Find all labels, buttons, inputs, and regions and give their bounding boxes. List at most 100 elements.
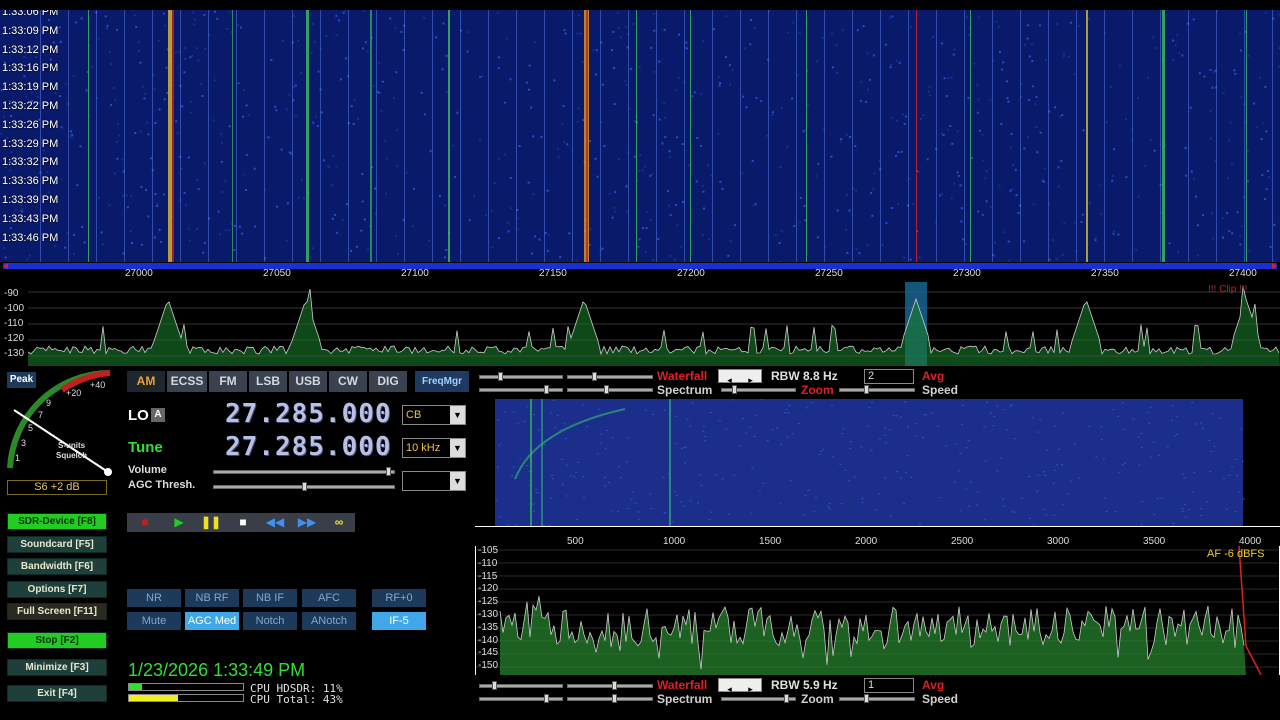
rf-gain-button[interactable]: RF+0 (372, 589, 426, 607)
zoom-spinner[interactable]: ◂ ▸ (718, 678, 762, 695)
mode-button-fm[interactable]: FM (209, 371, 247, 392)
avg-select[interactable]: 2 (864, 369, 914, 384)
record-icon[interactable]: ■ (131, 513, 159, 532)
meter-scale-label-5: 5 (28, 423, 34, 433)
af-waterfall[interactable] (475, 399, 1280, 526)
zoom-slider[interactable] (721, 694, 796, 703)
dsp-button-nb-rf[interactable]: NB RF (185, 589, 239, 607)
spectrum-contrast-slider[interactable] (479, 385, 563, 394)
rf-frequency-tick: 27400 (1229, 268, 1257, 279)
avg-select[interactable]: 1 (864, 678, 914, 693)
rf-spectrum[interactable] (0, 282, 1280, 366)
dsp-button-mute[interactable]: Mute (127, 612, 181, 630)
freqmgr-button[interactable]: FreqMgr (415, 371, 469, 392)
dsp-button-nb-if[interactable]: NB IF (243, 589, 297, 607)
scroll-right-icon[interactable] (1272, 263, 1277, 269)
dsp-button-agc-med[interactable]: AGC Med (185, 612, 239, 630)
forward-icon[interactable]: ▶▶ (293, 513, 321, 532)
slider-knob[interactable] (732, 385, 737, 394)
pause-icon[interactable]: ❚❚ (197, 513, 225, 532)
slider-knob[interactable] (864, 694, 869, 703)
band-select[interactable]: CB ▼ (402, 405, 466, 425)
scroll-left-icon[interactable] (3, 263, 8, 269)
mode-button-cw[interactable]: CW (329, 371, 367, 392)
meter-scale-label-1: 1 (15, 453, 21, 463)
af-spectrum-graphic (476, 545, 1279, 676)
spin-left-icon[interactable]: ◂ (719, 683, 740, 695)
mode-button-lsb[interactable]: LSB (249, 371, 287, 392)
waterfall-brightness-slider[interactable] (567, 372, 653, 381)
slider-knob[interactable] (544, 385, 549, 394)
speed-slider[interactable] (839, 385, 915, 394)
tune-step-select[interactable]: 10 kHz ▼ (402, 438, 466, 458)
volume-label: Volume (128, 464, 167, 476)
zoom-spinner[interactable]: ◂ ▸ (718, 369, 762, 386)
spectrum-label: Spectrum (657, 692, 713, 706)
bandwidth-button[interactable]: Bandwidth [F6] (7, 558, 107, 575)
stop-button[interactable]: Stop [F2] (7, 632, 107, 649)
stop-icon[interactable]: ■ (229, 513, 257, 532)
slider-knob[interactable] (604, 385, 609, 394)
spin-right-icon[interactable]: ▸ (740, 683, 761, 695)
avg-label: Avg (922, 678, 945, 692)
waterfall-time-label: 1:33:12 PM (2, 43, 59, 56)
slider-knob[interactable] (492, 681, 497, 690)
lo-lock-button[interactable]: A (151, 408, 165, 422)
waterfall-time-label: 1:33:16 PM (2, 62, 59, 75)
slider-knob[interactable] (498, 372, 503, 381)
exit-button[interactable]: Exit [F4] (7, 685, 107, 702)
spin-right-icon[interactable]: ▸ (740, 374, 761, 386)
lo-frequency-display[interactable]: 27.285.000 (225, 399, 392, 429)
spectrum-brightness-slider[interactable] (567, 385, 653, 394)
waterfall-contrast-slider[interactable] (479, 372, 563, 381)
agc-thresh-slider[interactable] (213, 482, 395, 491)
play-icon[interactable]: ▶ (165, 513, 193, 532)
hdsdr-window: 1:33:06 PM 1:33:09 PM 1:33:12 PM 1:33:16 PM… (0, 0, 1280, 720)
mode-button-dig[interactable]: DIG (369, 371, 407, 392)
rewind-icon[interactable]: ◀◀ (261, 513, 289, 532)
full-screen-button[interactable]: Full Screen [F11] (7, 603, 107, 620)
rf-scroll-bar[interactable] (3, 263, 1277, 269)
slider-knob[interactable] (784, 694, 789, 703)
waterfall-contrast-slider[interactable] (479, 681, 563, 690)
soundcard-button[interactable]: Soundcard [F5] (7, 536, 107, 553)
zoom-label: Zoom (801, 692, 834, 706)
dsp-button-afc[interactable]: AFC (302, 589, 356, 607)
volume-slider[interactable] (213, 467, 395, 476)
agc-thresh-label: AGC Thresh. (128, 479, 196, 491)
af-spectrum[interactable] (475, 545, 1280, 676)
af-level-label: AF -6 dBFS (1207, 548, 1265, 560)
tune-step-value: 10 kHz (406, 442, 441, 454)
minimize-button[interactable]: Minimize [F3] (7, 659, 107, 676)
slider-knob[interactable] (864, 385, 869, 394)
sdr-device-button[interactable]: SDR-Device [F8] (7, 513, 107, 530)
agc-select[interactable]: ▼ (402, 471, 466, 491)
spectrum-brightness-slider[interactable] (567, 694, 653, 703)
dsp-button-nr[interactable]: NR (127, 589, 181, 607)
mode-button-am[interactable]: AM (127, 371, 165, 392)
mode-button-ecss[interactable]: ECSS (167, 371, 207, 392)
dsp-button-notch[interactable]: Notch (243, 612, 297, 630)
slider-knob[interactable] (612, 694, 617, 703)
loop-icon[interactable]: ∞ (325, 513, 353, 532)
speed-slider[interactable] (839, 694, 915, 703)
waterfall-brightness-slider[interactable] (567, 681, 653, 690)
mode-button-usb[interactable]: USB (289, 371, 327, 392)
options-button[interactable]: Options [F7] (7, 581, 107, 598)
waterfall-label: Waterfall (657, 369, 708, 383)
spectrum-contrast-slider[interactable] (479, 694, 563, 703)
if-gain-button[interactable]: IF-5 (372, 612, 426, 630)
peak-button[interactable]: Peak (7, 372, 36, 388)
zoom-slider[interactable] (721, 385, 796, 394)
rf-waterfall[interactable]: 1:33:06 PM 1:33:09 PM 1:33:12 PM 1:33:16 PM… (0, 10, 1280, 262)
slider-knob[interactable] (612, 681, 617, 690)
slider-knob[interactable] (544, 694, 549, 703)
agc-slider-knob[interactable] (302, 482, 307, 491)
volume-slider-knob[interactable] (386, 467, 392, 476)
slider-knob[interactable] (592, 372, 597, 381)
avg-select-value: 1 (868, 679, 875, 691)
rf-frequency-tick: 27000 (125, 268, 153, 279)
cpu-hdsdr-fill (129, 684, 142, 690)
dsp-button-anotch[interactable]: ANotch (302, 612, 356, 630)
tune-frequency-display[interactable]: 27.285.000 (225, 432, 392, 462)
